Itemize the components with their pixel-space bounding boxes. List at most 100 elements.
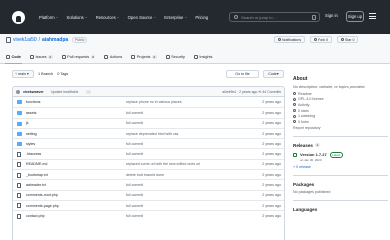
commit-message-link[interactable]: full commit	[126, 193, 143, 197]
commit-meta[interactable]: a0ed9b4 · 2 years ago ⟲ 44 Commits	[222, 90, 281, 94]
file-icon	[17, 172, 21, 178]
table-row: styles full commit 2 years ago	[13, 138, 284, 148]
nav-item-solutions[interactable]: Solutions ⌄	[67, 15, 88, 20]
insights-icon	[193, 55, 198, 59]
tab-pull-requests[interactable]: Pull requests 0	[61, 50, 96, 64]
table-row: comments-mod.php full commit 2 years ago	[13, 189, 284, 200]
commit-age: 2 years ago	[262, 172, 281, 177]
file-name-link[interactable]: comments-page.php	[26, 204, 59, 208]
star-icon	[293, 109, 296, 113]
languages-heading: Languages	[293, 206, 318, 212]
table-row: .htaccess full commit 2 years ago	[13, 148, 284, 158]
tab-projects[interactable]: Projects 0	[131, 50, 157, 64]
sign-in-link[interactable]: Sign in	[325, 13, 338, 18]
projects-icon	[131, 55, 136, 59]
branch-name: main	[18, 72, 26, 76]
more-releases-link[interactable]: + 0 release	[293, 165, 388, 169]
commit-message-link[interactable]: full commit	[126, 152, 143, 156]
table-row: _bootstrap.txt delete bott inworld done 2 …	[13, 169, 284, 179]
commit-message-link[interactable]: replaced some url with the new edited on…	[126, 162, 200, 166]
file-name-link[interactable]: aaheader.txt	[26, 183, 46, 187]
star-button[interactable]: Star 0	[337, 36, 359, 43]
about-item-0-forks[interactable]: 0 forks	[293, 119, 388, 125]
packages-title[interactable]: Packages	[293, 182, 388, 187]
tab-count: 0	[47, 55, 53, 59]
commit-message-link[interactable]: replace deprecated html with css	[126, 132, 178, 136]
file-name-link[interactable]: styles	[26, 142, 35, 146]
nav-item-open-source[interactable]: Open Source ⌄	[128, 15, 157, 20]
releases-title[interactable]: Releases 1	[293, 143, 388, 148]
fork-icon	[314, 38, 318, 41]
about-item-label: 0 stars	[298, 108, 309, 113]
folder-icon	[17, 131, 22, 136]
tab-actions[interactable]: Actions	[104, 50, 122, 64]
release-name: Version 1.7.27	[300, 152, 327, 158]
tags-link[interactable]: 0 Tags	[57, 72, 68, 76]
commit-message-link[interactable]: full commit	[126, 183, 143, 187]
file-name-link[interactable]: README.md	[26, 162, 47, 166]
table-row: contact.php full commit 2 years ago	[13, 210, 284, 220]
fork-icon	[293, 120, 296, 124]
file-name-link[interactable]: functions	[26, 100, 40, 104]
branches-link[interactable]: 1 Branch	[38, 72, 53, 76]
fork-button[interactable]: Fork 0	[310, 36, 333, 43]
search-input[interactable]: Search or jump to... /	[229, 12, 320, 22]
packages-empty: No packages published	[293, 189, 331, 194]
commit-author[interactable]: vivekweaver	[23, 90, 44, 94]
repo-actions: Notifications Fork 0 Star 0	[274, 36, 359, 43]
github-logo-icon[interactable]	[12, 10, 25, 24]
code-button[interactable]: Code ▾	[263, 70, 284, 78]
go-to-file-button[interactable]: Go to file	[226, 70, 259, 78]
tab-security[interactable]: Security	[165, 50, 185, 64]
tab-code[interactable]: Code	[5, 50, 22, 64]
commit-age: 2 years ago	[262, 100, 281, 105]
nav-item-pricing[interactable]: Pricing	[195, 15, 208, 20]
nav-item-resources[interactable]: Resources ⌄	[96, 15, 120, 20]
commit-message[interactable]: Update healthchk	[51, 90, 78, 94]
table-row: README.md replaced some url with the new …	[13, 158, 284, 169]
commit-expand-button[interactable]: ...	[86, 90, 91, 94]
nav-label: Resources	[95, 14, 116, 20]
repo-name-link[interactable]: aiahmadpa	[42, 37, 68, 43]
chevron-down-icon: ▾	[276, 72, 279, 76]
star-icon	[341, 38, 345, 41]
action-label: Notifications	[282, 37, 302, 42]
commit-message-link[interactable]: full commit	[126, 214, 143, 218]
nav-label: Open Source	[127, 14, 153, 20]
table-row: comments-page.php full commit 2 years ago	[13, 199, 284, 210]
action-label: Fork	[318, 37, 326, 42]
tab-insights[interactable]: Insights	[193, 50, 212, 64]
file-name-link[interactable]: _bootstrap.txt	[26, 173, 48, 177]
nav-item-enterprise[interactable]: Enterprise ⌄	[164, 15, 187, 20]
tab-label: Code	[11, 55, 22, 59]
commit-message-link[interactable]: replace phone no in various places	[126, 100, 182, 104]
file-icon	[17, 151, 21, 157]
file-name-link[interactable]: setting	[26, 132, 37, 136]
report-repository-link[interactable]: Report repository	[293, 126, 388, 130]
tab-issues[interactable]: Issues 0	[30, 50, 53, 64]
notifications-button[interactable]: Notifications	[274, 36, 306, 43]
file-name-link[interactable]: assets	[26, 111, 36, 115]
commit-message-link[interactable]: full commit	[126, 121, 143, 125]
repo-owner-link[interactable]: vivek1ai50	[13, 37, 37, 43]
commit-message-link[interactable]: full commit	[126, 142, 143, 146]
file-name-link[interactable]: .htaccess	[26, 152, 41, 156]
hamburger-menu-icon[interactable]	[369, 13, 376, 19]
nav-item-platform[interactable]: Platform ⌄	[39, 15, 59, 20]
file-name-link[interactable]: comments-mod.php	[26, 193, 58, 197]
file-name-link[interactable]: js	[26, 121, 29, 125]
commit-age: 2 years ago	[262, 183, 281, 188]
about-item-label: 1 watching	[298, 114, 316, 119]
slash-key-hint: /	[312, 15, 316, 20]
nav-label: Pricing	[195, 14, 209, 20]
repo-sidebar: About No description, website, or topics…	[293, 76, 388, 212]
commit-message-link[interactable]: delete bott inworld done	[126, 173, 164, 177]
commit-message-link[interactable]: full commit	[126, 204, 143, 208]
chevron-down-icon: ⌄	[116, 15, 120, 19]
commit-message-link[interactable]: full commit	[126, 111, 143, 115]
commit-age: 2 years ago	[262, 121, 281, 126]
file-name-link[interactable]: contact.php	[26, 214, 45, 218]
tab-label: Pull requests	[67, 55, 90, 59]
branch-select-button[interactable]: ⑂ main ▾	[12, 70, 34, 78]
sign-up-button[interactable]: Sign up	[346, 11, 364, 22]
